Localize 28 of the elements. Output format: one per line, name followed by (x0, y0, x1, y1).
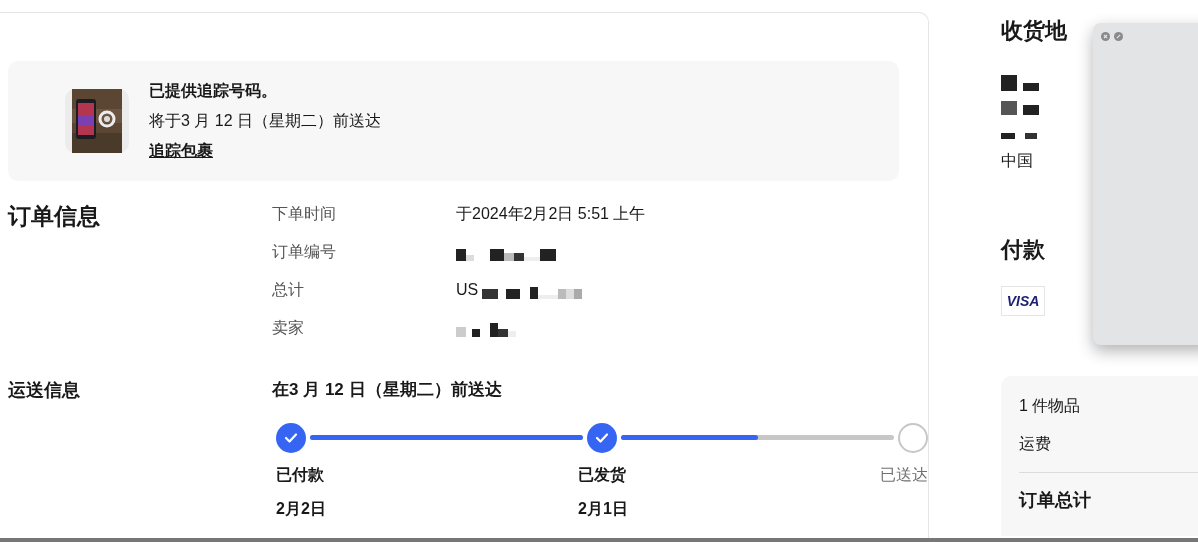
card-brand: VISA (1006, 291, 1040, 311)
field-label: 卖家 (272, 318, 305, 338)
address-country: 中国 (1001, 151, 1033, 171)
summary-row-label: 运费 (1019, 434, 1052, 454)
section-heading: 付款 (1001, 236, 1045, 264)
track-package-link[interactable]: 追踪包裹 (149, 139, 213, 163)
step-label: 已发货 (578, 464, 627, 486)
order-total-label: 订单总计 (1019, 490, 1091, 510)
field-value: 于2024年2月2日 5:51 上午 (456, 204, 646, 224)
close-icon[interactable] (1101, 32, 1110, 41)
section-heading: 运送信息 (8, 380, 80, 400)
check-icon (595, 431, 609, 444)
step-date: 2月1日 (578, 498, 629, 519)
summary-row-label: 1 件物品 (1019, 396, 1082, 416)
field-value: US (456, 280, 479, 300)
field-label: 总计 (272, 280, 305, 300)
step-date: 2月2日 (276, 498, 327, 519)
minimize-icon[interactable] (1114, 32, 1123, 41)
field-label: 下单时间 (272, 204, 337, 224)
banner-title: 已提供追踪号码。 (149, 81, 278, 101)
delivery-date-heading: 在3 月 12 日（星期二）前送达 (272, 379, 503, 401)
step-label: 已送达 (880, 464, 928, 485)
step-label: 已付款 (276, 464, 325, 485)
delivery-estimate: 将于3 月 12 日（星期二）前送达 (149, 111, 382, 131)
field-label: 订单编号 (272, 242, 337, 262)
section-heading: 收货地 (1001, 17, 1067, 45)
check-icon (284, 431, 298, 444)
section-heading: 订单信息 (8, 203, 100, 229)
